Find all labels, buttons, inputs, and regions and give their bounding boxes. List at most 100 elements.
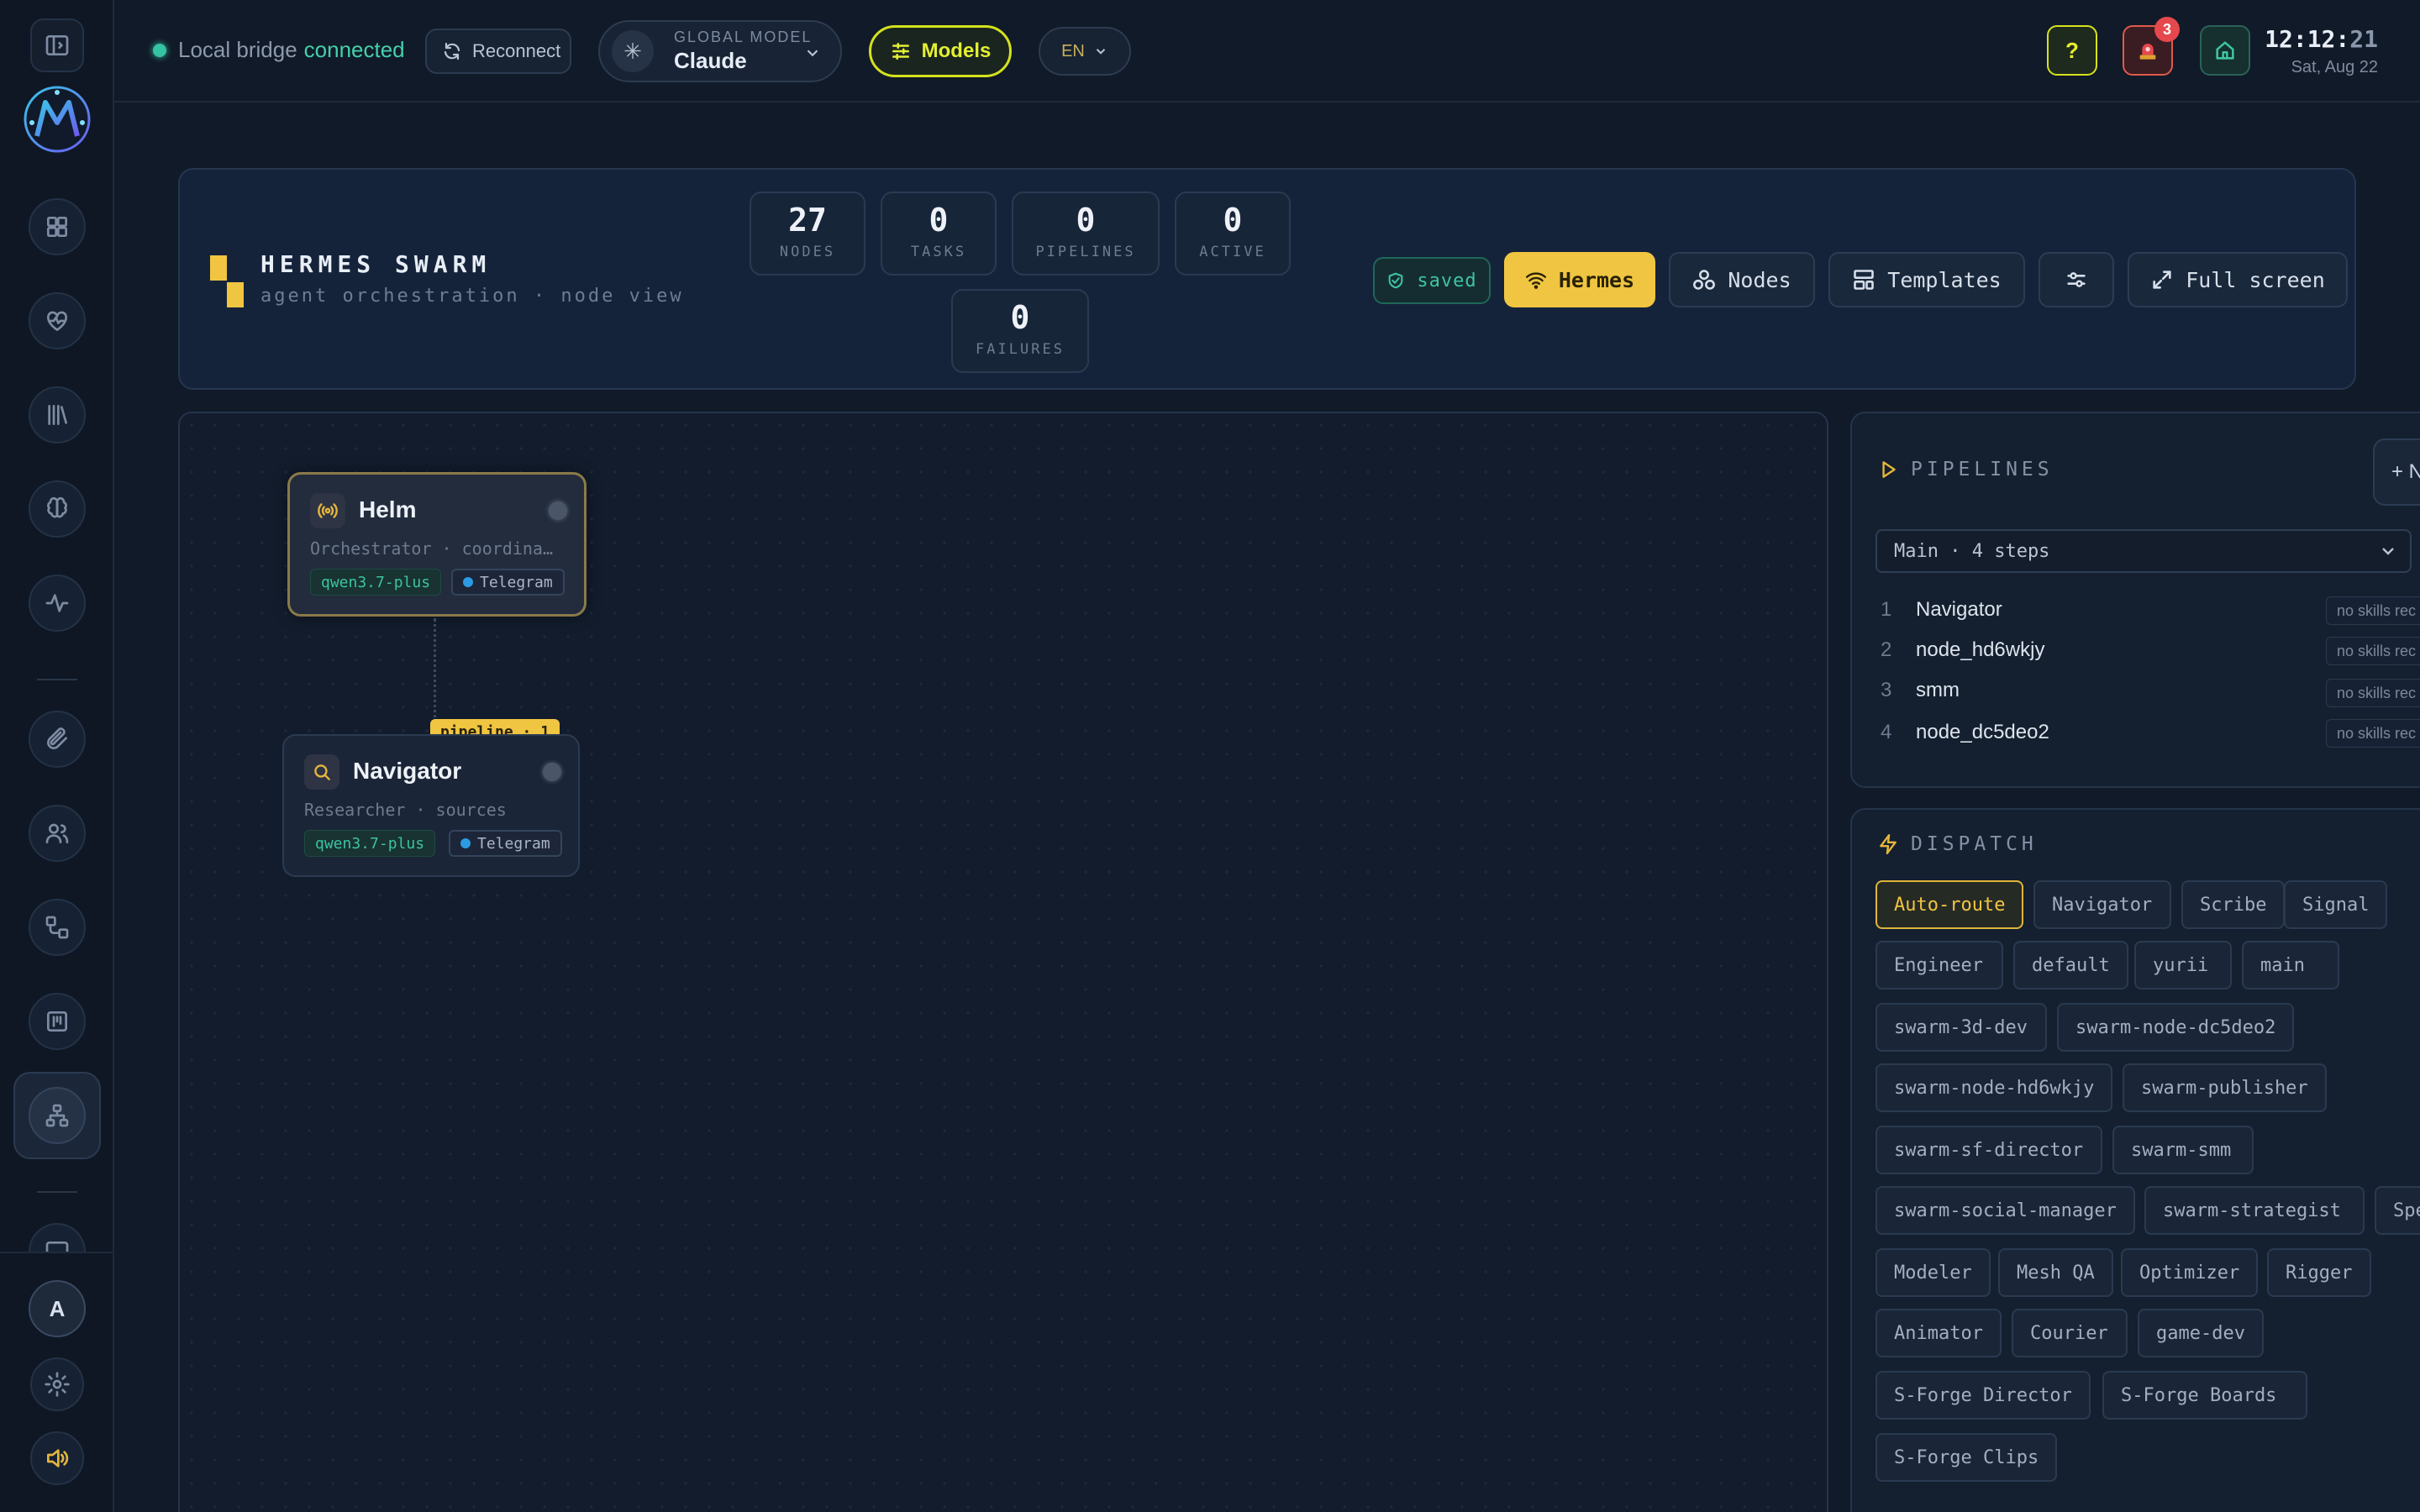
node-status-indicator <box>549 501 567 520</box>
dispatch-target-chip[interactable]: S-Forge Clips <box>1876 1433 2058 1482</box>
grid-icon <box>47 217 67 237</box>
reconnect-button[interactable]: Reconnect <box>425 29 571 74</box>
layout-template-icon <box>1854 270 1875 290</box>
stat-label: PIPELINES <box>1035 244 1136 260</box>
dispatch-target-chip[interactable]: Courier <box>2012 1309 2128 1357</box>
search-icon <box>304 754 339 790</box>
node-edge <box>434 618 436 729</box>
chevron-down-icon <box>2382 548 2394 555</box>
settings-button[interactable] <box>30 1357 84 1411</box>
sidebar-item-kanban[interactable] <box>29 993 86 1050</box>
swarm-header: HERMES SWARM agent orchestration · node … <box>178 168 2356 390</box>
saved-label: saved <box>1417 270 1477 291</box>
dispatch-target-chip[interactable]: swarm-sf-director <box>1876 1126 2102 1174</box>
heart-pulse-icon <box>46 311 68 331</box>
node-channel-label: Telegram <box>477 834 550 853</box>
dispatch-target-chip[interactable]: Mesh QA <box>1998 1248 2113 1297</box>
dispatch-target-chip[interactable]: Auto-route <box>1876 880 2024 929</box>
nodes-label: Nodes <box>1728 267 1791 292</box>
stat-label: NODES <box>779 244 836 260</box>
dispatch-target-chip[interactable]: swarm-smm <box>2112 1126 2254 1174</box>
pipeline-step[interactable]: 3 smm <box>1881 674 1960 707</box>
settings-sliders-button[interactable] <box>2039 252 2114 307</box>
sidebar-divider <box>37 1191 77 1193</box>
top-bar: Local bridge connected Reconnect ✳ GLOBA… <box>114 0 2420 102</box>
sidebar-item-workflows[interactable] <box>29 899 86 956</box>
dispatch-target-chip[interactable]: Rigger <box>2267 1248 2371 1297</box>
pipeline-step[interactable]: 4 node_dc5deo2 <box>1881 716 2049 749</box>
templates-button[interactable]: Templates <box>1828 252 2025 307</box>
dispatch-target-chip[interactable]: Modeler <box>1876 1248 1991 1297</box>
dispatch-target-chip[interactable]: game-dev <box>2138 1309 2264 1357</box>
avatar[interactable]: A <box>29 1280 86 1337</box>
dispatch-target-chip[interactable]: S-Forge Boards <box>2102 1371 2307 1420</box>
node-channel-tag: Telegram <box>449 830 562 857</box>
sliders-icon <box>892 43 909 60</box>
dispatch-header: DISPATCH <box>1877 833 2038 855</box>
clock: 12:12:21 Sat, Aug 22 <box>2265 25 2378 77</box>
node-role: Orchestrator · coordina… <box>310 538 553 559</box>
dispatch-target-chip[interactable]: swarm-3d-dev <box>1876 1003 2047 1052</box>
dispatch-target-chip[interactable]: Signal <box>2284 880 2388 929</box>
dispatch-target-chip[interactable]: Navigator <box>2033 880 2171 929</box>
sidebar-item-brain[interactable] <box>29 480 86 538</box>
dispatch-target-chip[interactable]: Scribe <box>2181 880 2286 929</box>
full-screen-button[interactable]: Full screen <box>2128 252 2348 307</box>
stat-label: TASKS <box>910 244 967 260</box>
stat-label: FAILURES <box>976 341 1065 358</box>
node-canvas[interactable]: Helm Orchestrator · coordina… qwen3.7-pl… <box>178 412 1828 1512</box>
hermes-label: Hermes <box>1558 267 1635 292</box>
dispatch-target-chip[interactable]: swarm-node-dc5deo2 <box>2057 1003 2295 1052</box>
dispatch-target-chip[interactable]: Engineer <box>1876 941 2003 990</box>
sidebar-item-attachments[interactable] <box>29 711 86 768</box>
sidebar-toggle-icon <box>45 35 69 55</box>
zap-icon <box>1880 833 1897 855</box>
dispatch-target-chip[interactable]: swarm-strategist <box>2144 1186 2365 1235</box>
dispatch-target-chip[interactable]: swarm-node-hd6wkjy <box>1876 1063 2113 1112</box>
node-card-helm[interactable]: Helm Orchestrator · coordina… qwen3.7-pl… <box>287 472 587 617</box>
sidebar-item-users[interactable] <box>29 805 86 862</box>
nodes-button[interactable]: Nodes <box>1669 252 1815 307</box>
pipeline-step[interactable]: 1 Navigator <box>1881 593 2002 627</box>
sidebar-item-library[interactable] <box>29 386 86 444</box>
node-status-indicator <box>543 763 561 781</box>
clock-date: Sat, Aug 22 <box>2291 58 2378 76</box>
radio-icon <box>310 493 345 528</box>
alerts-button[interactable]: 3 <box>2123 17 2180 76</box>
library-icon <box>48 405 67 425</box>
dispatch-target-chip[interactable]: main <box>2242 941 2339 990</box>
pipeline-select[interactable]: Main · 4 steps <box>1876 529 2412 573</box>
sidebar-item-dashboard[interactable] <box>29 198 86 255</box>
dispatch-target-chip[interactable]: swarm-social-manager <box>1876 1186 2135 1235</box>
pipeline-step[interactable]: 2 node_hd6wkjy <box>1881 633 2044 667</box>
dispatch-target-chip[interactable]: Spe <box>2375 1186 2420 1235</box>
node-card-navigator[interactable]: Navigator Researcher · sources qwen3.7-p… <box>282 734 580 877</box>
speaker-icon <box>47 1449 69 1467</box>
step-name: node_hd6wkjy <box>1916 638 2045 661</box>
dispatch-target-chip[interactable]: default <box>2013 941 2128 990</box>
sidebar-item-health[interactable] <box>29 292 86 349</box>
dispatch-target-chip[interactable]: swarm-publisher <box>2123 1063 2327 1112</box>
language-selector[interactable]: EN <box>1039 27 1131 76</box>
sidebar-toggle-button[interactable] <box>30 18 84 72</box>
global-model-value: Claude <box>674 48 747 73</box>
hermes-button[interactable]: Hermes <box>1504 252 1655 307</box>
sidebar-item-activity[interactable] <box>29 575 86 632</box>
add-pipeline-button[interactable]: + N <box>2373 438 2420 506</box>
node-channel-label: Telegram <box>480 573 553 591</box>
step-index: 3 <box>1881 679 1892 701</box>
step-note: no skills rec <box>2326 719 2420 748</box>
dispatch-target-chip[interactable]: S-Forge Director <box>1876 1371 2091 1420</box>
dispatch-target-chip[interactable]: Optimizer <box>2121 1248 2259 1297</box>
help-button[interactable]: ? <box>2047 25 2097 76</box>
models-button[interactable]: Models <box>869 25 1012 77</box>
stat-value: 0 <box>1076 202 1096 239</box>
dispatch-target-chip[interactable]: Animator <box>1876 1309 2002 1357</box>
step-name: smm <box>1916 679 1960 701</box>
dispatch-target-chip[interactable]: yurii <box>2134 941 2232 990</box>
global-model-selector[interactable]: ✳ GLOBAL MODEL Claude <box>598 20 842 82</box>
sound-button[interactable] <box>30 1431 84 1485</box>
pipeline-select-value: Main · 4 steps <box>1894 540 2050 562</box>
sidebar-item-swarm[interactable] <box>29 1087 86 1144</box>
home-button[interactable] <box>2200 25 2250 76</box>
